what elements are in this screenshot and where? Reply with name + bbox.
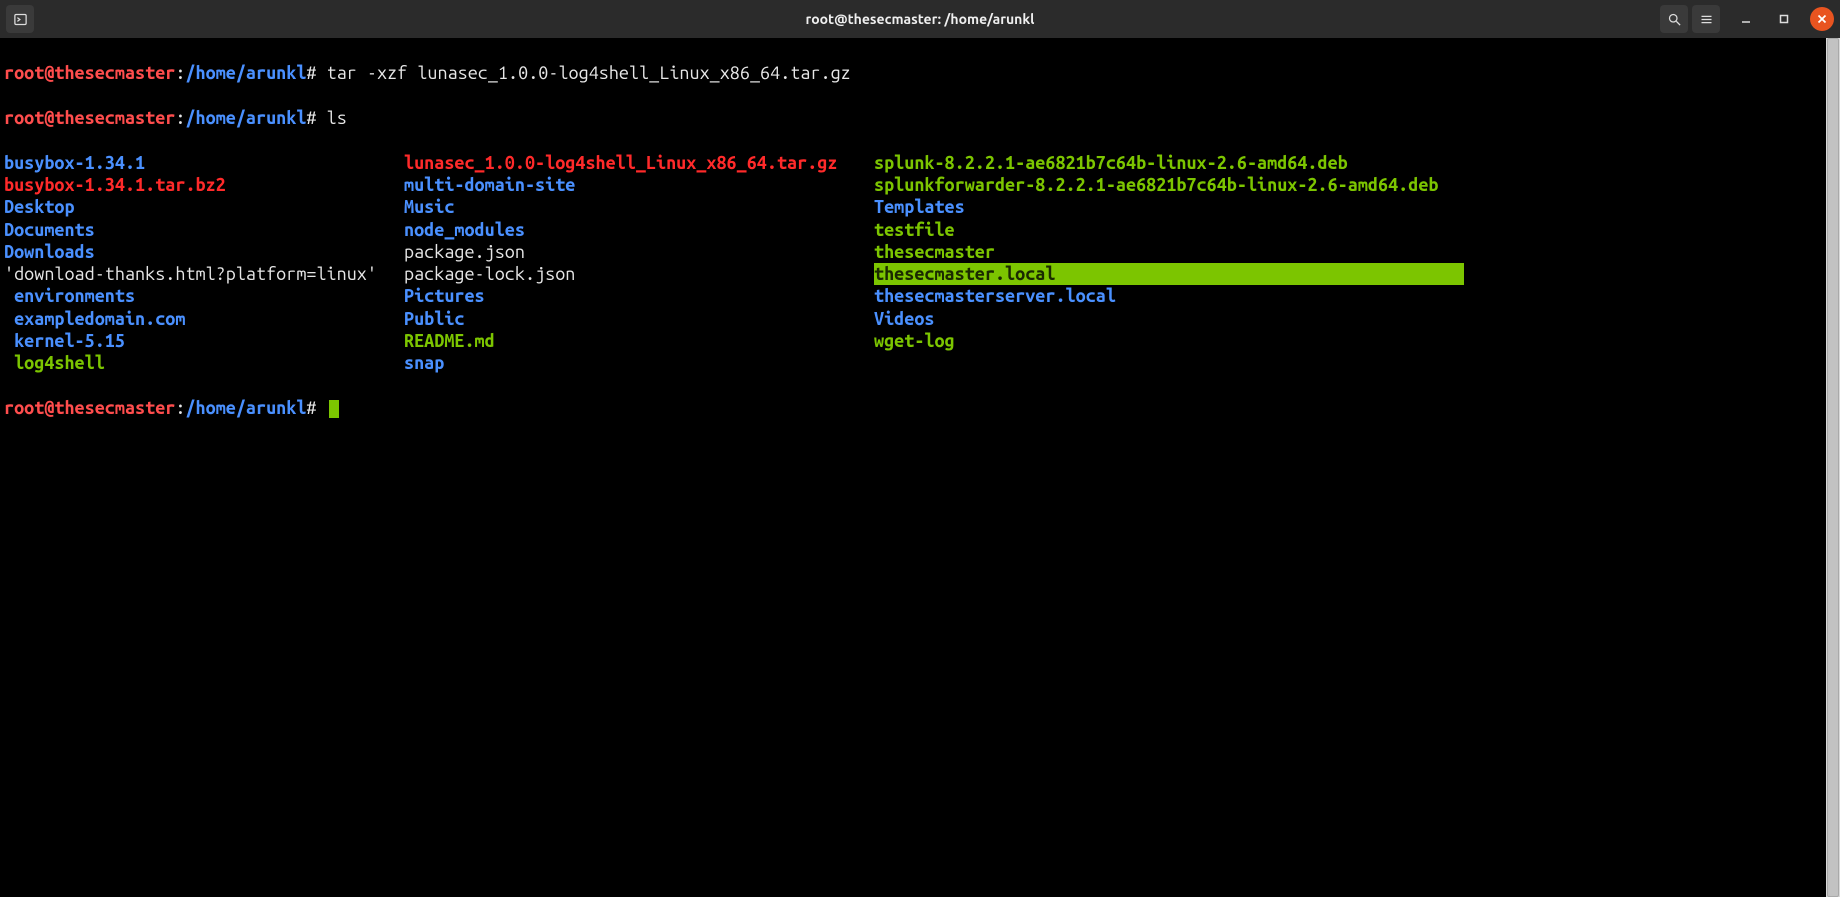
hamburger-icon [1699,12,1714,27]
terminal-line: root@thesecmaster:/home/arunkl# [4,397,1836,419]
ls-col-3: splunk-8.2.2.1-ae6821b7c64b-linux-2.6-am… [874,152,1464,375]
list-item: thesecmaster [874,241,1464,263]
terminal-tab-icon [13,12,28,27]
close-button[interactable] [1810,7,1834,31]
list-item: Music [404,196,874,218]
close-icon [1817,14,1827,24]
menu-button[interactable] [1692,5,1720,33]
list-item: snap [404,352,874,374]
scrollbar[interactable] [1826,38,1840,897]
ls-col-1: busybox-1.34.1 busybox-1.34.1.tar.bz2 De… [4,152,404,375]
list-item: busybox-1.34.1 [4,152,404,174]
maximize-button[interactable] [1772,7,1796,31]
scrollbar-thumb[interactable] [1827,38,1839,897]
command-text: tar -xzf lunasec_1.0.0-log4shell_Linux_x… [327,63,851,83]
list-item: package.json [404,241,874,263]
ls-output: busybox-1.34.1 busybox-1.34.1.tar.bz2 De… [4,152,1836,375]
list-item: Templates [874,196,1464,218]
titlebar: root@thesecmaster: /home/arunkl [0,0,1840,38]
window-title: root@thesecmaster: /home/arunkl [0,11,1840,27]
list-item: log4shell [4,352,404,374]
list-item: Documents [4,219,404,241]
list-item: busybox-1.34.1.tar.bz2 [4,174,404,196]
ls-col-2: lunasec_1.0.0-log4shell_Linux_x86_64.tar… [404,152,874,375]
prompt-path: /home/arunkl [185,398,306,418]
list-item: thesecmasterserver.local [874,285,1464,307]
list-item: node_modules [404,219,874,241]
list-item: package-lock.json [404,263,874,285]
terminal-output[interactable]: root@thesecmaster:/home/arunkl# tar -xzf… [0,38,1840,897]
minimize-button[interactable] [1734,7,1758,31]
list-item: wget-log [874,330,1464,352]
prompt-path: /home/arunkl [185,63,306,83]
list-item: kernel-5.15 [4,330,404,352]
list-item: testfile [874,219,1464,241]
list-item: Downloads [4,241,404,263]
list-item: splunkforwarder-8.2.2.1-ae6821b7c64b-lin… [874,174,1464,196]
list-item: exampledomain.com [4,308,404,330]
list-item: README.md [404,330,874,352]
search-button[interactable] [1660,5,1688,33]
list-item: 'download-thanks.html?platform=linux' [4,263,404,285]
list-item: Pictures [404,285,874,307]
list-item: splunk-8.2.2.1-ae6821b7c64b-linux-2.6-am… [874,152,1464,174]
terminal-line: root@thesecmaster:/home/arunkl# ls [4,107,1836,129]
prompt-user: root@thesecmaster [4,108,175,128]
search-icon [1667,12,1682,27]
prompt-user: root@thesecmaster [4,398,175,418]
command-text: ls [327,108,347,128]
minimize-icon [1741,14,1751,24]
list-item: multi-domain-site [404,174,874,196]
list-item: Desktop [4,196,404,218]
maximize-icon [1779,14,1789,24]
prompt-user: root@thesecmaster [4,63,175,83]
list-item: environments [4,285,404,307]
list-item: thesecmaster.local [874,263,1464,285]
prompt-path: /home/arunkl [185,108,306,128]
cursor [329,400,339,418]
list-item: Public [404,308,874,330]
list-item: Videos [874,308,1464,330]
terminal-line: root@thesecmaster:/home/arunkl# tar -xzf… [4,62,1836,84]
new-tab-button[interactable] [6,5,34,33]
list-item: lunasec_1.0.0-log4shell_Linux_x86_64.tar… [404,152,874,174]
